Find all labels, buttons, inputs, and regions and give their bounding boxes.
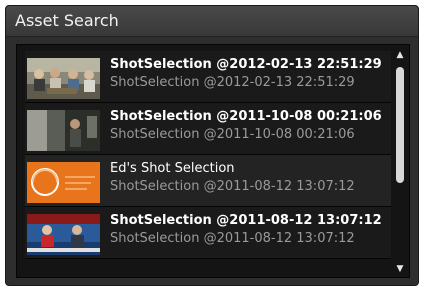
scrollbar-thumb[interactable]	[396, 67, 404, 183]
panel-title: Asset Search	[15, 11, 119, 30]
asset-title: Ed's Shot Selection	[110, 161, 235, 176]
asset-title: ShotSelection @2011-08-12 13:07:12	[110, 213, 382, 228]
triangle-down-icon[interactable]: ▼	[393, 263, 407, 275]
asset-subtitle: ShotSelection @2011-08-12 13:07:12	[110, 231, 355, 246]
title-bar: Asset Search	[6, 6, 418, 37]
triangle-up-icon[interactable]: ▲	[393, 49, 407, 61]
asset-subtitle: ShotSelection @2011-10-08 00:21:06	[110, 127, 355, 142]
asset-list: ShotSelection @2012-02-13 22:51:29 ShotS…	[25, 51, 391, 271]
asset-thumbnail	[27, 110, 100, 151]
asset-thumbnail	[27, 162, 100, 203]
asset-list-frame: ShotSelection @2012-02-13 22:51:29 ShotS…	[16, 44, 410, 278]
asset-title: ShotSelection @2012-02-13 22:51:29	[110, 57, 382, 72]
asset-search-panel: Asset Search ShotSelection @2012-02-13 2…	[5, 5, 419, 286]
asset-item[interactable]: ShotSelection @2011-08-12 13:07:12 ShotS…	[25, 207, 391, 259]
vertical-scrollbar[interactable]: ▲ ▼	[393, 49, 407, 275]
asset-item[interactable]: Ed's Shot Selection ShotSelection @2011-…	[25, 155, 391, 207]
asset-subtitle: ShotSelection @2012-02-13 22:51:29	[110, 75, 355, 90]
asset-item[interactable]: ShotSelection @2011-10-08 00:21:06 ShotS…	[25, 103, 391, 155]
asset-subtitle: ShotSelection @2011-08-12 13:07:12	[110, 179, 355, 194]
asset-title: ShotSelection @2011-10-08 00:21:06	[110, 109, 382, 124]
asset-item[interactable]: ShotSelection @2012-02-13 22:51:29 ShotS…	[25, 51, 391, 103]
asset-thumbnail	[27, 214, 100, 255]
asset-thumbnail	[27, 58, 100, 99]
